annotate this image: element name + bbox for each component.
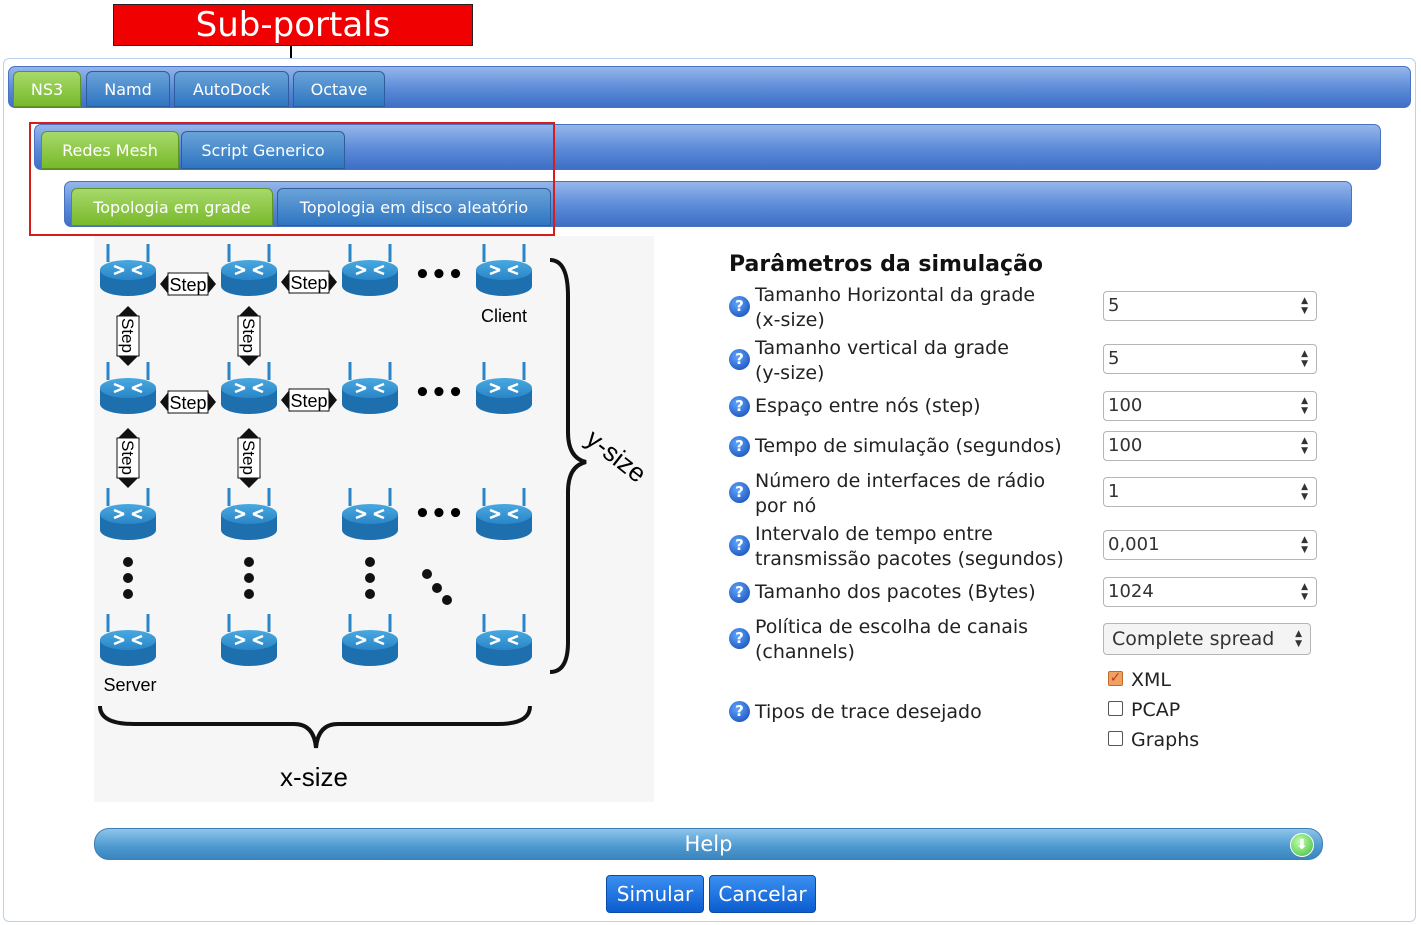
step-label: Step [290, 391, 327, 411]
router-icon [340, 360, 400, 416]
spinner-arrows-icon[interactable]: ▲ ▼ [1301, 535, 1308, 555]
ellipsis-dots: ••• [414, 499, 464, 529]
spinner-arrows-icon[interactable]: ▲ ▼ [1301, 396, 1308, 416]
router-icon [98, 486, 158, 542]
spinner-arrows-icon[interactable]: ▲ ▼ [1301, 436, 1308, 456]
help-icon[interactable]: ? [729, 535, 750, 556]
server-label: Server [103, 675, 156, 695]
help-icon[interactable]: ? [729, 349, 750, 370]
step-label: Step [290, 273, 327, 293]
router-icon [474, 612, 534, 668]
param-label: Tempo de simulação (segundos) [755, 435, 1062, 457]
xsize-spinner[interactable]: 5 ▲ ▼ [1103, 291, 1317, 321]
sub-portals-highlight-box [29, 122, 555, 236]
spinner-arrows-icon[interactable]: ▲ ▼ [1301, 582, 1308, 602]
trace-option-graphs[interactable]: Graphs [1108, 728, 1199, 752]
checkbox-checked-icon[interactable]: ✓ [1108, 671, 1123, 686]
tab-ns3[interactable]: NS3 [13, 71, 81, 107]
step-label: Step [239, 440, 258, 475]
y-size-brace [549, 258, 587, 674]
tab-octave[interactable]: Octave [293, 71, 385, 107]
channels-select[interactable]: Complete spread ▲ ▼ [1103, 623, 1311, 655]
grid-topology-illustration: Step Step ••• Client Step Step Step Step… [94, 236, 654, 802]
param-label: Número de interfaces de rádio por nó [755, 470, 1046, 517]
help-icon[interactable]: ? [729, 701, 750, 722]
packetsize-spinner[interactable]: 1024 ▲ ▼ [1103, 577, 1317, 607]
expand-down-icon[interactable]: ⬇ [1290, 833, 1314, 857]
router-icon [219, 612, 279, 668]
x-size-label: x-size [280, 762, 348, 792]
checkbox-icon[interactable] [1108, 701, 1123, 716]
router-icon [219, 360, 279, 416]
select-arrows-icon: ▲ ▼ [1295, 629, 1302, 649]
help-icon[interactable]: ? [729, 296, 750, 317]
interval-spinner[interactable]: 0,001 ▲ ▼ [1103, 530, 1317, 560]
checkbox-icon[interactable] [1108, 731, 1123, 746]
router-icon [219, 486, 279, 542]
trace-option-xml[interactable]: ✓ XML [1108, 668, 1171, 692]
help-icon[interactable]: ? [729, 582, 750, 603]
portal-tabbar: NS3 Namd AutoDock Octave [8, 66, 1411, 108]
ellipsis-dots: ••• [414, 260, 464, 290]
param-label: Tamanho Horizontal da grade (x-size) [755, 284, 1036, 331]
router-icon [98, 612, 158, 668]
vertical-ellipsis [123, 557, 452, 605]
sub-portals-annotation-label: Sub-portals [113, 4, 473, 46]
ellipsis-dots: ••• [414, 378, 464, 408]
x-size-brace [98, 705, 532, 749]
help-accordion[interactable]: Help ⬇ [94, 828, 1323, 860]
trace-option-pcap[interactable]: PCAP [1108, 698, 1180, 722]
router-icon [98, 242, 158, 298]
router-icon [474, 242, 534, 298]
params-title: Parâmetros da simulação [729, 252, 1044, 277]
client-label: Client [481, 306, 527, 326]
step-label: Step [118, 318, 137, 353]
help-icon[interactable]: ? [729, 396, 750, 417]
help-icon[interactable]: ? [729, 436, 750, 457]
spinner-arrows-icon[interactable]: ▲ ▼ [1301, 482, 1308, 502]
router-icon [340, 612, 400, 668]
router-icon [98, 360, 158, 416]
spinner-arrows-icon[interactable]: ▲ ▼ [1301, 349, 1308, 369]
param-label: Tamanho vertical da grade (y-size) [755, 337, 1009, 384]
simular-button[interactable]: Simular [606, 875, 704, 913]
param-label: Tipos de trace desejado [755, 701, 982, 723]
step-label: Step [118, 440, 137, 475]
cancelar-button[interactable]: Cancelar [709, 875, 816, 913]
time-spinner[interactable]: 100 ▲ ▼ [1103, 431, 1317, 461]
step-label: Step [169, 275, 206, 295]
ysize-spinner[interactable]: 5 ▲ ▼ [1103, 344, 1317, 374]
router-icon [219, 242, 279, 298]
param-label: Espaço entre nós (step) [755, 395, 981, 417]
help-icon[interactable]: ? [729, 628, 750, 649]
spinner-arrows-icon[interactable]: ▲ ▼ [1301, 296, 1308, 316]
step-label: Step [169, 393, 206, 413]
help-icon[interactable]: ? [729, 482, 750, 503]
param-label: Tamanho dos pacotes (Bytes) [755, 581, 1036, 603]
router-icon [474, 486, 534, 542]
param-label: Política de escolha de canais (channels) [755, 616, 1029, 663]
router-icon [474, 360, 534, 416]
step-spinner[interactable]: 100 ▲ ▼ [1103, 391, 1317, 421]
router-icon [340, 242, 400, 298]
tab-namd[interactable]: Namd [86, 71, 170, 107]
step-label: Step [239, 318, 258, 353]
interfaces-spinner[interactable]: 1 ▲ ▼ [1103, 477, 1317, 507]
y-size-label: y-size [580, 423, 652, 488]
tab-autodock[interactable]: AutoDock [174, 71, 289, 107]
param-label: Intervalo de tempo entre transmissão paco… [755, 523, 1064, 570]
router-icon [340, 486, 400, 542]
